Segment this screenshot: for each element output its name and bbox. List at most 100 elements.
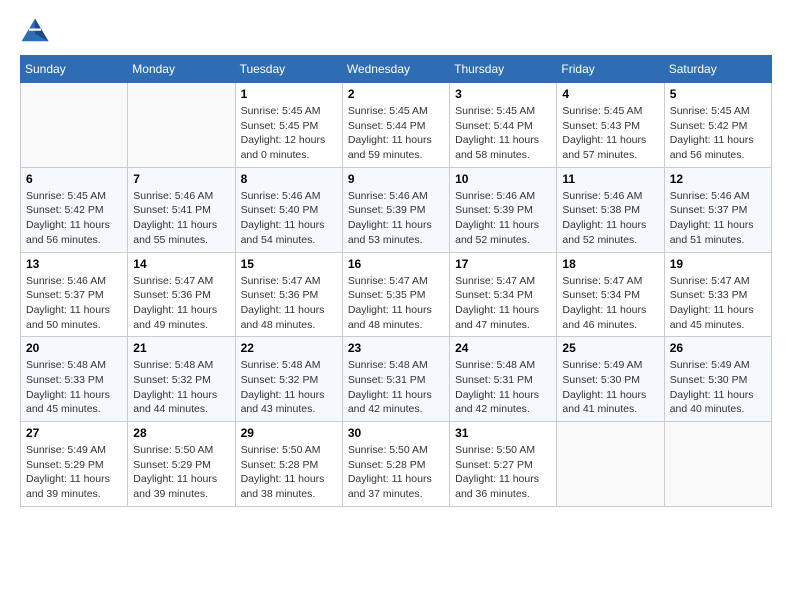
sunset-text: Sunset: 5:40 PM bbox=[241, 204, 319, 216]
sunset-text: Sunset: 5:36 PM bbox=[241, 289, 319, 301]
sunset-text: Sunset: 5:37 PM bbox=[670, 204, 748, 216]
daylight-text: Daylight: 11 hours bbox=[133, 389, 217, 401]
sunrise-text: Sunrise: 5:45 AM bbox=[455, 105, 535, 117]
sunrise-text: Sunrise: 5:45 AM bbox=[26, 190, 106, 202]
sunset-text: Sunset: 5:30 PM bbox=[562, 374, 640, 386]
day-number: 26 bbox=[670, 341, 766, 355]
day-info: Sunrise: 5:47 AMSunset: 5:33 PMDaylight:… bbox=[670, 274, 766, 333]
daylight-minutes: and 45 minutes. bbox=[670, 319, 745, 331]
daylight-text: Daylight: 11 hours bbox=[455, 473, 539, 485]
sunrise-text: Sunrise: 5:48 AM bbox=[241, 359, 321, 371]
day-info: Sunrise: 5:47 AMSunset: 5:34 PMDaylight:… bbox=[455, 274, 551, 333]
daylight-minutes: and 56 minutes. bbox=[670, 149, 745, 161]
day-cell-17: 17 Sunrise: 5:47 AMSunset: 5:34 PMDayligh… bbox=[450, 252, 557, 337]
sunrise-text: Sunrise: 5:46 AM bbox=[133, 190, 213, 202]
daylight-text: Daylight: 11 hours bbox=[26, 389, 110, 401]
sunset-text: Sunset: 5:35 PM bbox=[348, 289, 426, 301]
daylight-minutes: and 0 minutes. bbox=[241, 149, 310, 161]
daylight-minutes: and 42 minutes. bbox=[455, 403, 530, 415]
day-cell-21: 21 Sunrise: 5:48 AM Sunset: 5:32 PM Dayligh… bbox=[128, 337, 235, 422]
day-info: Sunrise: 5:48 AMSunset: 5:31 PMDaylight:… bbox=[348, 358, 444, 417]
sunset-text: Sunset: 5:29 PM bbox=[26, 459, 104, 471]
sunrise-text: Sunrise: 5:47 AM bbox=[562, 275, 642, 287]
daylight-text: Daylight: 11 hours bbox=[455, 134, 539, 146]
sunrise-text: Sunrise: 5:45 AM bbox=[241, 105, 321, 117]
day-info: Sunrise: 5:46 AMSunset: 5:39 PMDaylight:… bbox=[455, 189, 551, 248]
daylight-minutes: and 50 minutes. bbox=[26, 319, 101, 331]
daylight-text: Daylight: 11 hours bbox=[26, 473, 110, 485]
daylight-text: Daylight: 11 hours bbox=[562, 219, 646, 231]
day-number: 5 bbox=[670, 87, 766, 101]
day-info: Sunrise: 5:48 AMSunset: 5:33 PMDaylight:… bbox=[26, 358, 122, 417]
sunset-text: Sunset: 5:32 PM bbox=[241, 374, 319, 386]
day-info: Sunrise: 5:45 AM Sunset: 5:42 PM Daylight:… bbox=[670, 104, 766, 163]
sunrise-text: Sunrise: 5:49 AM bbox=[26, 444, 106, 456]
sunset-text: Sunset: 5:32 PM bbox=[133, 374, 211, 386]
day-number: 9 bbox=[348, 172, 444, 186]
day-number: 18 bbox=[562, 257, 658, 271]
day-info: Sunrise: 5:48 AMSunset: 5:31 PMDaylight:… bbox=[455, 358, 551, 417]
sunrise-text: Sunrise: 5:45 AM bbox=[670, 105, 750, 117]
day-cell-22: 22Sunrise: 5:48 AMSunset: 5:32 PMDayligh… bbox=[235, 337, 342, 422]
day-info: Sunrise: 5:45 AMSunset: 5:44 PMDaylight:… bbox=[455, 104, 551, 163]
day-info: Sunrise: 5:48 AMSunset: 5:32 PMDaylight:… bbox=[241, 358, 337, 417]
daylight-text: Daylight: 11 hours bbox=[455, 389, 539, 401]
daylight-minutes: and 43 minutes. bbox=[241, 403, 316, 415]
day-number: 27 bbox=[26, 426, 122, 440]
sunrise-text: Sunrise: 5:46 AM bbox=[348, 190, 428, 202]
sunrise-text: Sunrise: 5:50 AM bbox=[133, 444, 213, 456]
weekday-header-thursday: Thursday bbox=[450, 56, 557, 83]
day-number: 28 bbox=[133, 426, 229, 440]
daylight-text: Daylight: 11 hours bbox=[241, 473, 325, 485]
sunset-text: Sunset: 5:30 PM bbox=[670, 374, 748, 386]
sunset-text: Sunset: 5:31 PM bbox=[455, 374, 533, 386]
day-cell-1: 1Sunrise: 5:45 AMSunset: 5:45 PMDaylight… bbox=[235, 83, 342, 168]
sunset-text: Sunset: 5:37 PM bbox=[26, 289, 104, 301]
daylight-minutes: and 53 minutes. bbox=[348, 234, 423, 246]
day-info: Sunrise: 5:50 AMSunset: 5:28 PMDaylight:… bbox=[348, 443, 444, 502]
day-cell-18: 18 Sunrise: 5:47 AMSunset: 5:34 PMDayligh… bbox=[557, 252, 664, 337]
day-cell-25: 25Sunrise: 5:49 AMSunset: 5:30 PMDayligh… bbox=[557, 337, 664, 422]
day-cell-7: 7Sunrise: 5:46 AMSunset: 5:41 PMDaylight… bbox=[128, 167, 235, 252]
day-cell-12: 12Sunrise: 5:46 AMSunset: 5:37 PMDayligh… bbox=[664, 167, 771, 252]
day-number: 31 bbox=[455, 426, 551, 440]
day-info: Sunrise: 5:47 AMSunset: 5:34 PMDaylight:… bbox=[562, 274, 658, 333]
day-number: 17 bbox=[455, 257, 551, 271]
day-cell-16: 16Sunrise: 5:47 AMSunset: 5:35 PMDayligh… bbox=[342, 252, 449, 337]
day-cell-13: 13Sunrise: 5:46 AMSunset: 5:37 PMDayligh… bbox=[21, 252, 128, 337]
day-number: 21 bbox=[133, 341, 229, 355]
daylight-text: Daylight: 11 hours bbox=[670, 219, 754, 231]
day-number: 23 bbox=[348, 341, 444, 355]
day-number: 3 bbox=[455, 87, 551, 101]
daylight-text: Daylight: 11 hours bbox=[348, 304, 432, 316]
logo-icon bbox=[20, 15, 50, 45]
sunset-text: Sunset: 5:39 PM bbox=[348, 204, 426, 216]
week-row-2: 6Sunrise: 5:45 AMSunset: 5:42 PMDaylight… bbox=[21, 167, 772, 252]
week-row-3: 13Sunrise: 5:46 AMSunset: 5:37 PMDayligh… bbox=[21, 252, 772, 337]
day-info: Sunrise: 5:47 AMSunset: 5:36 PMDaylight:… bbox=[241, 274, 337, 333]
day-cell-28: 28Sunrise: 5:50 AMSunset: 5:29 PMDayligh… bbox=[128, 422, 235, 507]
daylight-minutes: and 46 minutes. bbox=[562, 319, 637, 331]
day-number: 1 bbox=[241, 87, 337, 101]
week-row-1: 1Sunrise: 5:45 AMSunset: 5:45 PMDaylight… bbox=[21, 83, 772, 168]
day-cell-29: 29Sunrise: 5:50 AMSunset: 5:28 PMDayligh… bbox=[235, 422, 342, 507]
page: SundayMondayTuesdayWednesdayThursdayFrid… bbox=[0, 0, 792, 522]
day-number: 19 bbox=[670, 257, 766, 271]
sunrise-text: Sunrise: 5:48 AM bbox=[133, 359, 213, 371]
weekday-row: SundayMondayTuesdayWednesdayThursdayFrid… bbox=[21, 56, 772, 83]
day-cell-24: 24Sunrise: 5:48 AMSunset: 5:31 PMDayligh… bbox=[450, 337, 557, 422]
sunset-text: Sunset: 5:42 PM bbox=[670, 120, 748, 132]
empty-cell bbox=[557, 422, 664, 507]
sunset-text: Sunset: 5:33 PM bbox=[670, 289, 748, 301]
daylight-text: Daylight: 11 hours bbox=[241, 219, 325, 231]
day-info: Sunrise: 5:45 AMSunset: 5:42 PMDaylight:… bbox=[26, 189, 122, 248]
daylight-minutes: and 45 minutes. bbox=[26, 403, 101, 415]
sunset-text: Sunset: 5:38 PM bbox=[562, 204, 640, 216]
daylight-text: Daylight: 11 hours bbox=[670, 134, 754, 146]
daylight-minutes: and 38 minutes. bbox=[241, 488, 316, 500]
calendar: SundayMondayTuesdayWednesdayThursdayFrid… bbox=[20, 55, 772, 507]
day-number: 30 bbox=[348, 426, 444, 440]
day-info: Sunrise: 5:46 AMSunset: 5:37 PMDaylight:… bbox=[26, 274, 122, 333]
day-number: 8 bbox=[241, 172, 337, 186]
day-info: Sunrise: 5:48 AM Sunset: 5:32 PM Daylight:… bbox=[133, 358, 229, 417]
